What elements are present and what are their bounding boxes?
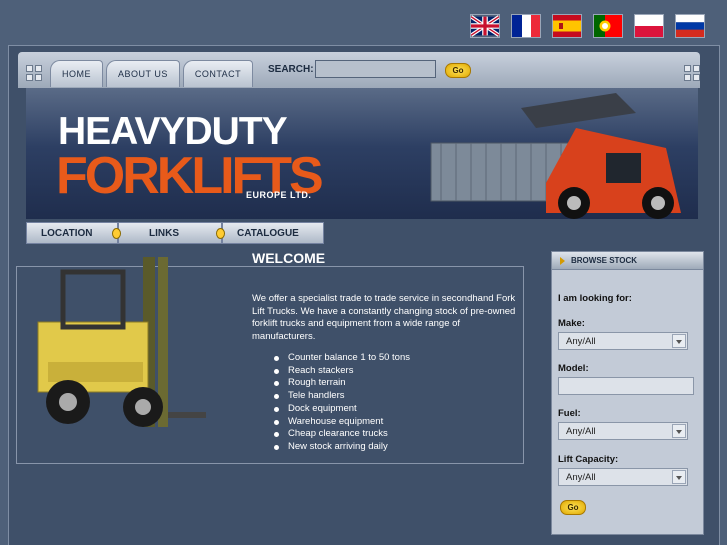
welcome-intro: We offer a specialist trade to trade ser… [252,293,516,342]
russia-flag-icon[interactable] [675,14,705,38]
chevron-down-icon [672,334,686,348]
make-label: Make: [558,318,585,329]
catalogue-label: CATALOGUE [237,227,299,239]
nav-links-tab[interactable]: LINKS [118,222,225,244]
portugal-flag-icon[interactable] [593,14,623,38]
model-input[interactable] [558,377,694,395]
links-label: LINKS [149,227,179,239]
capacity-select[interactable]: Any/All [558,468,688,486]
brand-line-3: EUROPE LTD. [246,190,312,200]
bullet-icon [112,228,121,239]
bullet-icon [216,228,225,239]
chevron-down-icon [672,470,686,484]
list-item: Tele handlers [272,390,410,403]
nav-about-tab[interactable]: ABOUT US [106,60,180,87]
grid-icon [26,65,42,81]
welcome-title: WELCOME [252,250,326,266]
nav-home-tab[interactable]: HOME [50,60,103,87]
nav-catalogue-tab[interactable]: CATALOGUE [222,222,324,244]
model-label: Model: [558,363,589,374]
search-go-button[interactable]: Go [445,63,471,78]
capacity-label: Lift Capacity: [558,454,619,465]
make-select[interactable]: Any/All [558,332,688,350]
browse-stock-header: BROWSE STOCK [552,252,703,270]
search-label: SEARCH: [268,64,314,75]
nav-contact-tab[interactable]: CONTACT [182,60,254,87]
fuel-value: Any/All [566,425,596,437]
list-item: Rough terrain [272,377,410,390]
chevron-down-icon [672,424,686,438]
location-label: LOCATION [41,227,93,239]
capacity-value: Any/All [566,471,596,483]
search-input[interactable] [315,60,436,78]
list-item: New stock arriving daily [272,441,410,454]
list-item: Counter balance 1 to 50 tons [272,352,410,365]
spain-flag-icon[interactable] [552,14,582,38]
hero-banner: HEAVYDUTY FORKLIFTS EUROPE LTD. [26,88,698,219]
list-item: Dock equipment [272,403,410,416]
browse-go-button[interactable]: Go [560,500,586,515]
sub-nav: LOCATION LINKS CATALOGUE [26,222,324,244]
browse-stock-title: BROWSE STOCK [571,256,638,265]
fuel-select[interactable]: Any/All [558,422,688,440]
reach-stacker-image [430,93,681,219]
arrow-icon [560,256,565,265]
nav-location-tab[interactable]: LOCATION [26,222,121,244]
forklift-image [37,257,206,427]
browse-stock-panel: BROWSE STOCK I am looking for: Make: Any… [551,251,704,535]
france-flag-icon[interactable] [511,14,541,38]
make-value: Any/All [566,335,596,347]
language-flags [470,14,705,38]
grid-icon [684,65,700,81]
main-nav: HOME ABOUT US CONTACT [50,60,256,87]
list-item: Reach stackers [272,365,410,378]
poland-flag-icon[interactable] [634,14,664,38]
uk-flag-icon[interactable] [470,14,500,38]
list-item: Cheap clearance trucks [272,428,410,441]
looking-for-label: I am looking for: [558,293,632,304]
fuel-label: Fuel: [558,408,581,419]
services-list: Counter balance 1 to 50 tons Reach stack… [272,352,410,454]
list-item: Warehouse equipment [272,416,410,429]
